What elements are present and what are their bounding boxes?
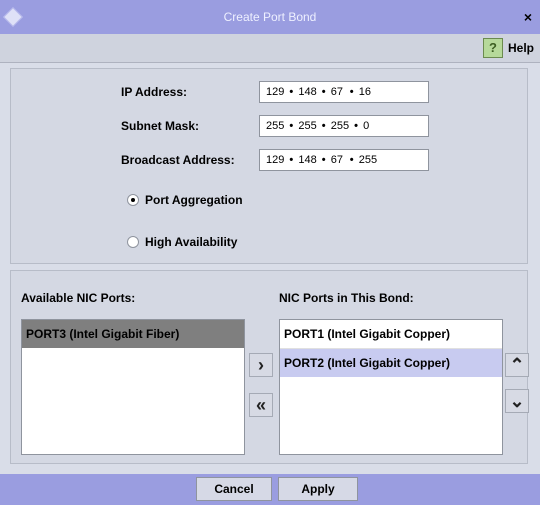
bond-ports-title: NIC Ports in This Bond:	[279, 291, 414, 305]
double-chevron-left-icon: «	[255, 394, 266, 415]
chevron-up-icon: ⌃	[509, 354, 525, 375]
high-availability-label: High Availability	[145, 235, 238, 249]
create-port-bond-window: Create Port Bond × ? Help IP Address: 12…	[0, 0, 540, 505]
cancel-button[interactable]: Cancel	[196, 477, 272, 501]
available-ports-list: PORT3 (Intel Gigabit Fiber)	[21, 319, 245, 455]
chevron-down-icon: ⌄	[509, 390, 525, 411]
help-button[interactable]: ? Help	[482, 37, 534, 59]
subnet-mask-input[interactable]: 255 • 255 • 255 • 0	[259, 115, 429, 137]
broadcast-address-row: Broadcast Address: 129 • 148 • 67 • 255	[11, 149, 527, 173]
subnet-mask-label: Subnet Mask:	[121, 119, 200, 133]
remove-port-button[interactable]: «	[249, 393, 273, 417]
radio-high-availability[interactable]: High Availability	[127, 235, 237, 249]
network-settings-panel: IP Address: 129 • 148 • 67 • 16 Subnet Mask…	[10, 68, 528, 264]
subnet-mask-row: Subnet Mask: 255 • 255 • 255 • 0	[11, 115, 527, 139]
radio-button-icon	[127, 236, 139, 248]
close-icon[interactable]: ×	[524, 9, 532, 25]
move-up-button[interactable]: ⌃	[505, 353, 529, 377]
radio-button-icon	[127, 194, 139, 206]
dialog-button-bar: Cancel Apply	[0, 474, 540, 505]
ip-address-input[interactable]: 129 • 148 • 67 • 16	[259, 81, 429, 103]
nic-ports-panel: Available NIC Ports: NIC Ports in This B…	[10, 270, 529, 464]
help-toolbar: ? Help	[0, 34, 540, 63]
list-item[interactable]: PORT1 (Intel Gigabit Copper)	[280, 320, 502, 349]
window-title: Create Port Bond	[223, 10, 317, 24]
available-ports-title: Available NIC Ports:	[21, 291, 136, 305]
help-label: Help	[507, 41, 534, 55]
question-mark-icon: ?	[482, 38, 503, 58]
list-item[interactable]: PORT3 (Intel Gigabit Fiber)	[22, 320, 244, 348]
chevron-right-icon: ›	[258, 354, 264, 375]
apply-button[interactable]: Apply	[278, 477, 358, 501]
radio-port-aggregation[interactable]: Port Aggregation	[127, 193, 243, 207]
broadcast-address-input[interactable]: 129 • 148 • 67 • 255	[259, 149, 429, 171]
move-down-button[interactable]: ⌄	[505, 389, 529, 413]
port-aggregation-label: Port Aggregation	[145, 193, 243, 207]
ip-address-label: IP Address:	[121, 85, 188, 99]
title-bar[interactable]: Create Port Bond ×	[0, 0, 540, 34]
list-item[interactable]: PORT2 (Intel Gigabit Copper)	[280, 349, 502, 377]
add-port-button[interactable]: ›	[249, 353, 273, 377]
bond-ports-list: PORT1 (Intel Gigabit Copper) PORT2 (Inte…	[279, 319, 503, 455]
ip-address-row: IP Address: 129 • 148 • 67 • 16	[11, 81, 527, 105]
broadcast-address-label: Broadcast Address:	[121, 153, 235, 167]
